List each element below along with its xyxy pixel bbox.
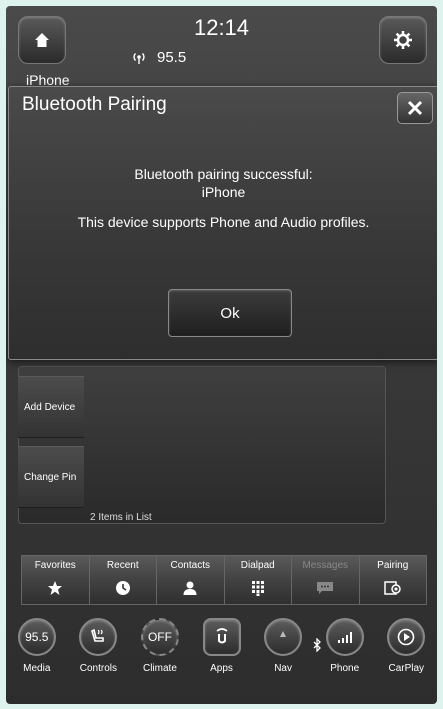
phone-tabs: Favorites Recent Contacts Dialpad Messag… <box>21 555 427 605</box>
dialpad-icon <box>248 578 268 598</box>
change-pin-button[interactable]: Change Pin <box>18 446 84 508</box>
nav-controls[interactable]: Controls <box>68 618 130 704</box>
items-count: 2 Items in List <box>90 512 152 523</box>
tab-dialpad[interactable]: Dialpad <box>223 555 291 605</box>
phone-signal-icon <box>325 618 364 656</box>
dialog-device-name: iPhone <box>201 184 246 200</box>
dialog-title: Bluetooth Pairing <box>22 94 167 115</box>
nav-carplay[interactable]: CarPlay <box>375 618 437 704</box>
dialog-close-button[interactable] <box>397 92 433 124</box>
clock-icon <box>113 578 133 598</box>
tab-messages[interactable]: Messages <box>291 555 359 605</box>
gear-icon <box>394 31 412 49</box>
radio-signal-icon <box>133 52 145 64</box>
tab-pairing[interactable]: Pairing <box>358 555 427 605</box>
tab-favorites[interactable]: Favorites <box>21 555 89 605</box>
radio-station: 95.5 <box>157 49 187 66</box>
ok-button[interactable]: Ok <box>168 289 292 337</box>
message-icon <box>315 578 335 598</box>
carplay-icon <box>387 618 426 656</box>
nav-media[interactable]: 95.5 Media <box>6 618 68 704</box>
tab-recent[interactable]: Recent <box>88 555 156 605</box>
nav-apps[interactable]: Apps <box>191 618 253 704</box>
clock: 12:14 <box>193 15 250 40</box>
settings-button[interactable] <box>379 16 427 64</box>
nav-phone[interactable]: Phone <box>313 618 376 704</box>
bottom-nav: 95.5 Media Controls OFF Climate Apps Nav <box>6 618 437 704</box>
apps-icon <box>202 618 241 656</box>
star-icon <box>45 578 65 598</box>
nav-navigation[interactable]: Nav <box>252 618 314 704</box>
person-icon <box>180 578 200 598</box>
radio-status: 95.5 <box>131 49 186 66</box>
infotainment-screen: 12:14 95.5 iPhone Add Device Change Pin … <box>6 6 437 704</box>
climate-icon: OFF <box>140 618 179 656</box>
compass-icon <box>264 618 303 656</box>
dialog-message-line1: Bluetooth pairing successful: <box>134 166 313 182</box>
close-icon <box>407 100 423 116</box>
tab-contacts[interactable]: Contacts <box>156 555 224 605</box>
media-icon: 95.5 <box>17 618 56 656</box>
bluetooth-pairing-dialog: Bluetooth Pairing Bluetooth pairing succ… <box>8 86 437 360</box>
controls-seat-icon <box>79 618 118 656</box>
pairing-icon <box>383 578 403 598</box>
bluetooth-icon <box>313 638 321 652</box>
dialog-profiles-text: This device supports Phone and Audio pro… <box>77 214 370 230</box>
nav-climate[interactable]: OFF Climate <box>129 618 191 704</box>
add-device-button[interactable]: Add Device <box>18 376 84 438</box>
